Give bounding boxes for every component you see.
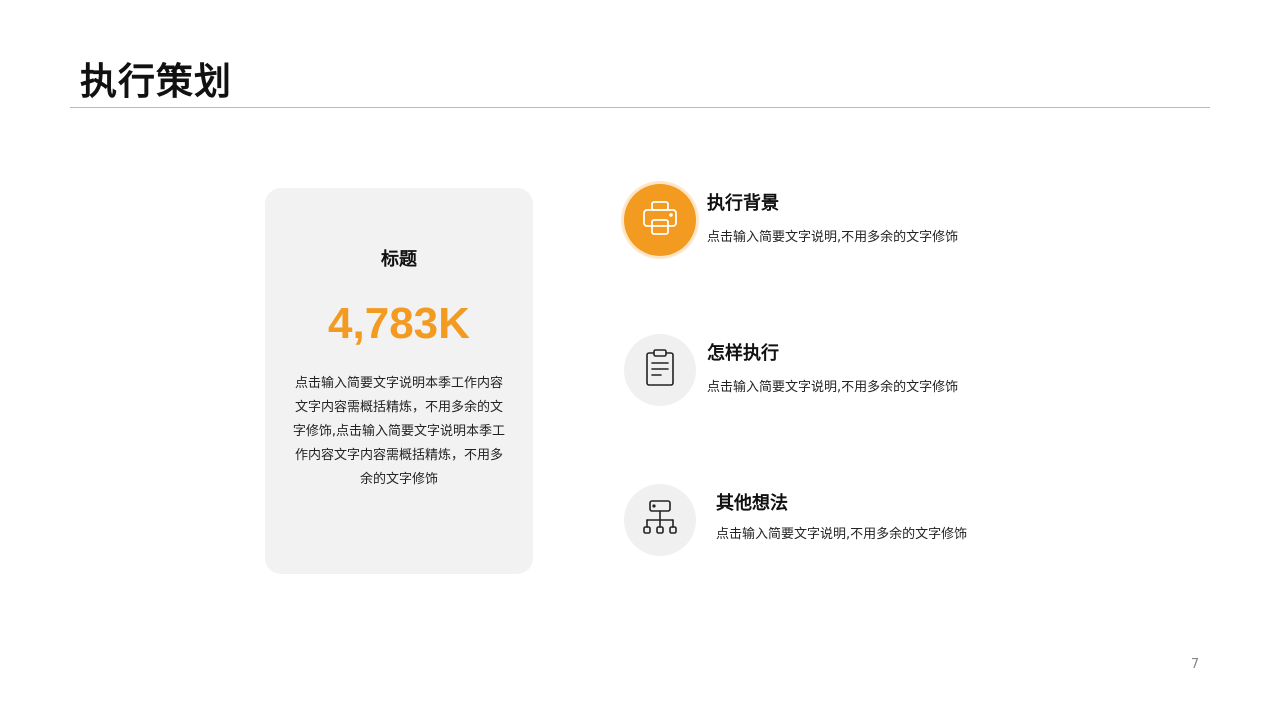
item-1-title: 执行背景	[707, 193, 779, 214]
clipboard-icon	[642, 348, 678, 392]
printer-icon	[640, 198, 680, 242]
summary-card: 标题 4,783K 点击输入简要文字说明本季工作内容文字内容需概括精炼，不用多余…	[265, 188, 533, 574]
card-title: 标题	[381, 249, 417, 270]
item-3-icon-circle	[624, 484, 696, 556]
card-description: 点击输入简要文字说明本季工作内容文字内容需概括精炼，不用多余的文字修饰,点击输入…	[292, 376, 506, 487]
item-2-title: 怎样执行	[707, 343, 779, 364]
title-divider	[70, 107, 1210, 108]
card-value: 4,783K	[328, 299, 470, 348]
item-2-description: 点击输入简要文字说明,不用多余的文字修饰	[707, 380, 959, 395]
item-3-title: 其他想法	[716, 493, 788, 514]
page-title: 执行策划	[80, 60, 232, 103]
item-2-icon-circle	[624, 334, 696, 406]
item-1-icon-circle	[624, 184, 696, 256]
page-number: 7	[1190, 657, 1200, 672]
hierarchy-icon	[640, 498, 680, 542]
item-3-description: 点击输入简要文字说明,不用多余的文字修饰	[716, 527, 968, 542]
item-1-description: 点击输入简要文字说明,不用多余的文字修饰	[707, 230, 959, 245]
